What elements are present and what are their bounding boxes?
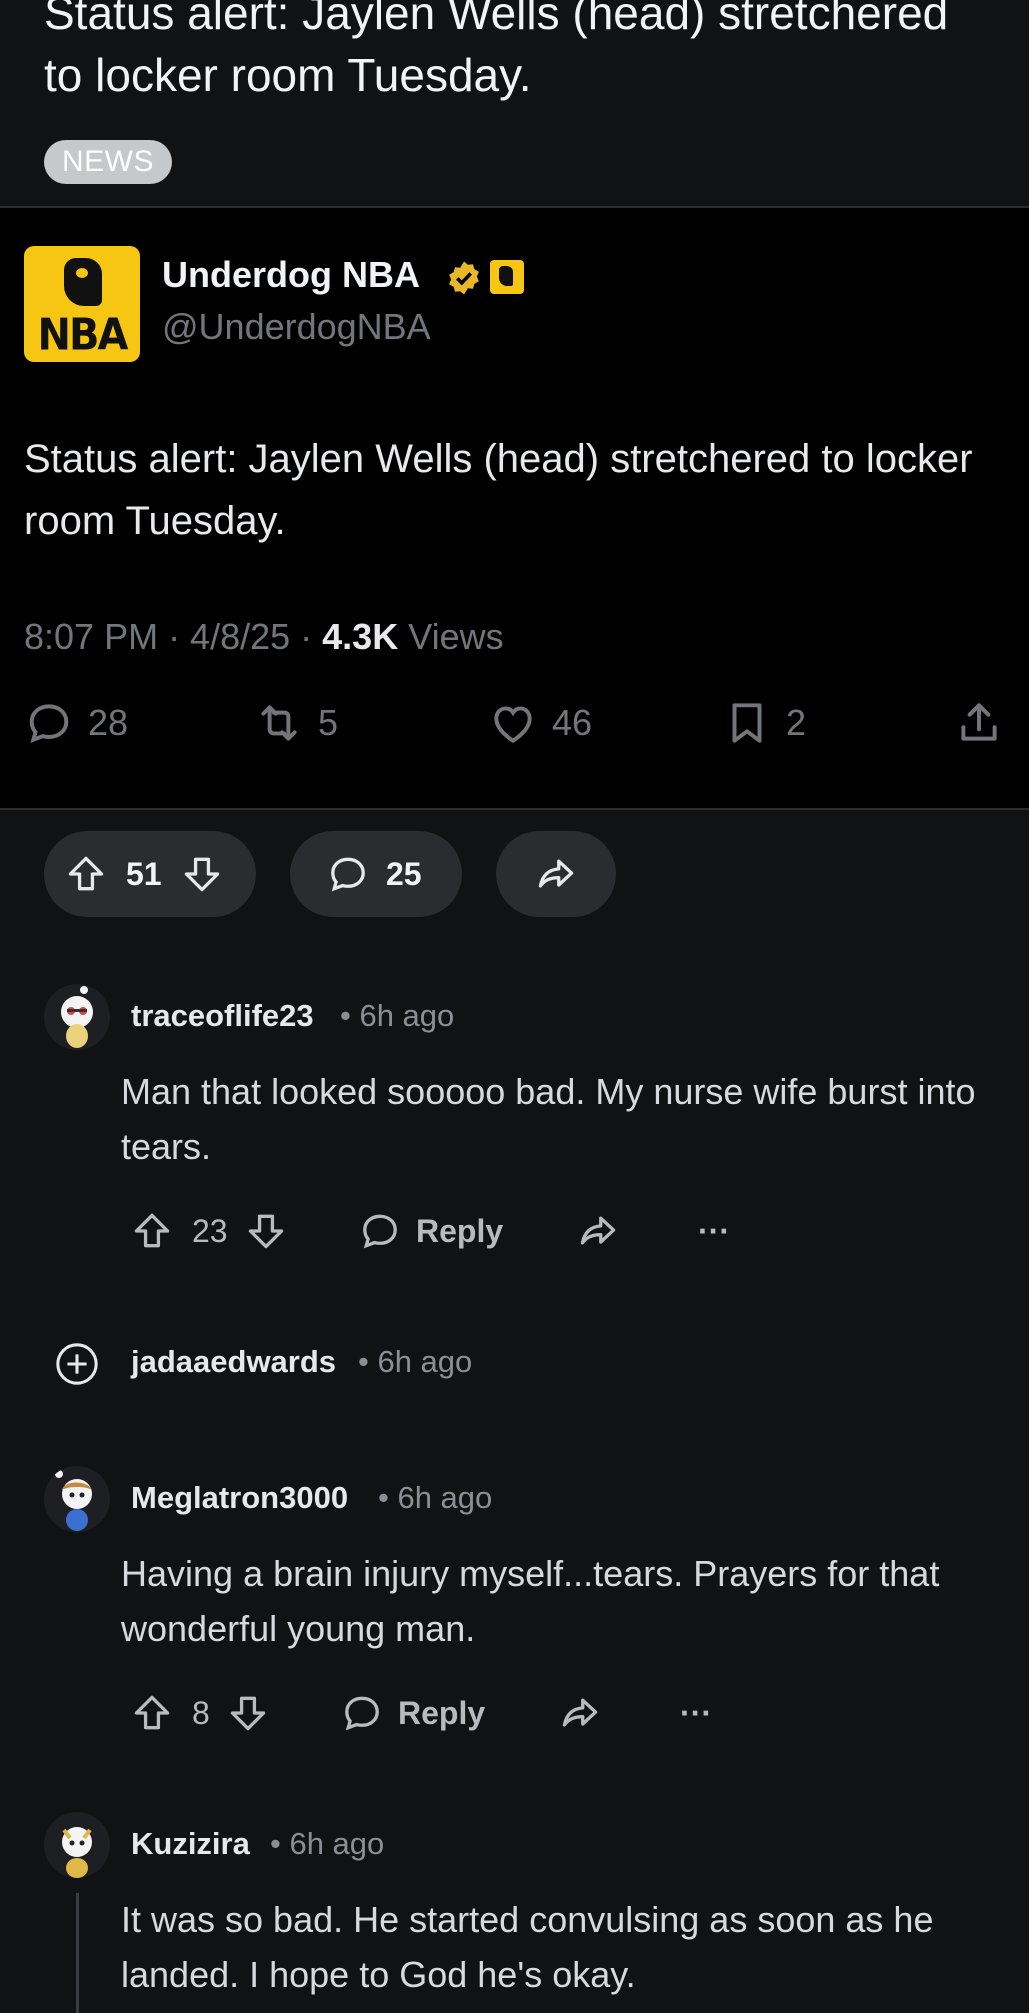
- comments-button[interactable]: 25: [290, 831, 462, 917]
- comment-more-button[interactable]: ···: [680, 1688, 712, 1738]
- avatar[interactable]: [44, 1466, 110, 1532]
- comment-bubble-icon: [345, 1696, 379, 1731]
- embedded-tweet[interactable]: NBA Underdog NBA @UnderdogNBA Status ale…: [0, 206, 1029, 810]
- post-title: Status alert: Jaylen Wells (head) stretc…: [44, 0, 949, 101]
- comment-timestamp: • 6h ago: [358, 1344, 473, 1379]
- comment-vote-count: 23: [192, 1212, 228, 1249]
- underdog-nba-logo[interactable]: NBA: [24, 246, 140, 362]
- comment-body: It was so bad. He started convulsing as …: [121, 1899, 934, 1995]
- downvote-arrow-icon[interactable]: [244, 1209, 288, 1253]
- thread-line[interactable]: [76, 1893, 79, 2013]
- comment-share-button[interactable]: [576, 1206, 620, 1256]
- share-upload-icon: [961, 703, 997, 741]
- comment-vote-count: 8: [192, 1694, 210, 1731]
- reply-bubble-icon: [29, 704, 69, 743]
- expand-thread-icon[interactable]: [54, 1341, 100, 1387]
- snoo-avatar-icon: [61, 986, 93, 1048]
- heart-icon: [494, 706, 532, 744]
- comment-timestamp: • 6h ago: [378, 1480, 493, 1515]
- tweet-repost-button[interactable]: 5: [254, 698, 338, 748]
- post-comment-count: 25: [386, 855, 422, 892]
- tweet-view-count: 4.3K: [322, 616, 399, 657]
- tweet-reply-count: 28: [88, 702, 129, 743]
- tweet-views-label: Views: [398, 616, 504, 657]
- comment-timestamp: • 6h ago: [270, 1826, 385, 1861]
- comment-bubble-icon: [363, 1214, 397, 1249]
- downvote-arrow-icon[interactable]: [180, 852, 224, 896]
- comment-body: Having a brain injury myself...tears. Pr…: [121, 1553, 940, 1649]
- tweet-share-button[interactable]: [954, 698, 1004, 748]
- repost-icon: [261, 705, 297, 741]
- post-vote-count: 51: [126, 855, 162, 892]
- account-handle[interactable]: @UnderdogNBA: [162, 306, 431, 348]
- news-flair-badge[interactable]: NEWS: [44, 140, 172, 184]
- tweet-like-button[interactable]: 46: [488, 698, 592, 748]
- share-button[interactable]: [496, 831, 616, 917]
- comment-reply-button[interactable]: Reply: [358, 1206, 503, 1256]
- tweet-repost-count: 5: [318, 702, 339, 743]
- tweet-bookmark-count: 2: [786, 702, 807, 743]
- underdog-dog-icon: [64, 258, 102, 306]
- tweet-bookmark-button[interactable]: 2: [722, 698, 806, 748]
- tweet-text: Status alert: Jaylen Wells (head) stretc…: [24, 437, 973, 543]
- tweet-reply-button[interactable]: 28: [24, 698, 128, 748]
- comment-bubble-icon: [331, 857, 365, 892]
- snoo-avatar-icon: [55, 1470, 92, 1531]
- affiliate-badge-icon: [490, 260, 524, 294]
- comment-author[interactable]: traceoflife23: [131, 998, 314, 1034]
- bookmark-icon: [732, 703, 762, 743]
- comment-vote-controls: 23: [130, 1206, 288, 1256]
- account-name[interactable]: Underdog NBA: [162, 254, 420, 296]
- reply-label: Reply: [416, 1212, 504, 1249]
- comment-share-button[interactable]: [558, 1688, 602, 1738]
- comment-body: Man that looked sooooo bad. My nurse wif…: [121, 1071, 976, 1167]
- upvote-arrow-icon[interactable]: [130, 1209, 174, 1253]
- comment-more-button[interactable]: ···: [698, 1206, 730, 1256]
- snoo-avatar-icon: [62, 1827, 92, 1878]
- avatar[interactable]: [44, 1812, 110, 1878]
- comment-author[interactable]: Kuzizira: [131, 1826, 250, 1862]
- verified-badge-icon: [449, 261, 479, 295]
- comment-author[interactable]: jadaaedwards: [131, 1344, 336, 1380]
- vote-pill: 51: [44, 831, 256, 917]
- comment-vote-controls: 8: [130, 1688, 270, 1738]
- comment-author[interactable]: Meglatron3000: [131, 1480, 348, 1516]
- share-arrow-icon: [562, 1698, 598, 1727]
- share-arrow-icon: [580, 1216, 616, 1245]
- logo-text: NBA: [37, 309, 129, 361]
- tweet-timestamp: 8:07 PM · 4/8/25 ·: [24, 616, 323, 657]
- tweet-like-count: 46: [552, 702, 593, 743]
- downvote-arrow-icon[interactable]: [226, 1691, 270, 1735]
- upvote-arrow-icon[interactable]: [64, 852, 108, 896]
- share-arrow-icon: [538, 859, 574, 888]
- upvote-arrow-icon[interactable]: [130, 1691, 174, 1735]
- comment-timestamp: • 6h ago: [340, 998, 455, 1033]
- reply-label: Reply: [398, 1694, 486, 1731]
- tweet-meta: 8:07 PM · 4/8/25 · 4.3K Views: [24, 616, 504, 658]
- avatar[interactable]: [44, 984, 110, 1050]
- comment-reply-button[interactable]: Reply: [340, 1688, 485, 1738]
